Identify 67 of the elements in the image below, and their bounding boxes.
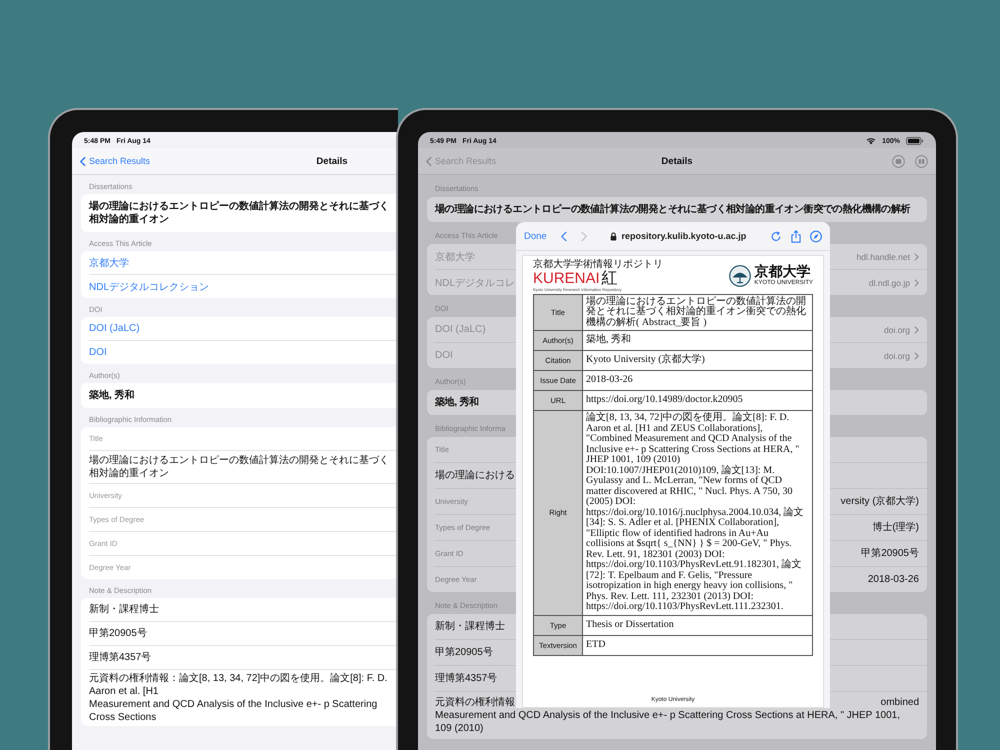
title-text: 築地, 秀和 [89,388,135,403]
circle-icon[interactable] [915,154,928,168]
detail-text: dl.ndl.go.jp [868,278,910,288]
description-text: Measurement and QCD Analysis of the Inclusive e+- p Scattering Cross Sections at HERA, " JHEP 1001, 109 (2010) [435,709,901,735]
field-value: 2018-03-26 [868,573,919,587]
link[interactable]: DOI [89,347,107,358]
detail-text: doi.org [884,324,910,334]
circle-icon[interactable] [892,154,905,168]
description-text: ombined [880,696,919,709]
table-cell: 築地, 秀和 [582,330,812,350]
table-cell: 場の理論におけるエントロピーの数値計算法の開発とそれに基づく相対論的重イオン衝突での熱化機構の解析( Abstract_要旨 ) [582,294,812,330]
field-value: 甲第20905号 [435,646,493,660]
table-cell: ETD [582,635,812,655]
field-value: 場の理論における [435,468,515,483]
field-value: 理博第4357号 [435,672,498,686]
link[interactable]: 京都大学 [89,256,129,270]
link[interactable]: DOI [435,350,453,361]
detail-text: hdl.handle.net [856,252,910,262]
nav-title: Details [661,156,693,166]
chevron-right-icon [914,352,919,360]
logo-kanji: 紅 [602,270,618,286]
field-value: 甲第20905号 [861,547,919,561]
url-text: repository.kulib.kyoto-u.ac.jp [621,231,746,241]
field-value: 場の理論におけるエントロピーの数値計算法の開発とそれに基づく相対論的重イオン [89,454,390,481]
link[interactable]: 京都大学 [435,250,475,264]
table-cell: 2018-03-26 [582,370,812,390]
title-text: 場の理論におけるエントロピーの数値計算法の開発とそれに基づく相対論的重イオン [89,200,390,227]
emblem-icon [729,264,752,287]
logo-caption: 京都大学学術情報リポジトリ [533,260,663,270]
share-icon[interactable] [790,230,802,242]
field-value: 新制・課程博士 [89,602,159,617]
back-button[interactable]: Search Results [426,156,496,166]
table-cell: 論文[8, 13, 34, 72]中の図を使用。論文[8]: F. D. Aaron et al. [H1 and ZEUS Collaborations], "Combined Measurement and QCD Analysis of the Inclusive e+- p Scattering Cross Sections at HERA, " JHEP 1001, 109 (2010) DOI:10.1007/JHEP01(2010)109, 論文[13]: M. Gyulassy and L. McLerran, "New forms of QCD matter discovered at RHIC, " Nucl. Phys. A 750, 30 (2005) DOI: https://doi.org/10.1016/j.nuclphysa.2004.10.034, 論文[34]: S. S. Adler et al. [PHENIX Collaboration], "Elliptic flow of identified hadrons in Au+Au collisions at $sqrt{ s_{NN} } $ = 200-GeV, " Phys. Rev. Lett. 91, 182301 (2003) DOI: https://doi.org/10.1103/PhysRevLett.91.182301, 論文[72]: T. Epelbaum and F. Gelis, "Pressure isotropization in high energy heavy ion collisions, " Phys. Rev. Lett. 111, 232301 (2013) DOI: https://doi.org/10.1103/PhysRevLett.111.232301. [582,410,812,615]
description-text: 元資料の権利情報：論文[8, 13, 34, 72]中の図を使用。論文[8]: F. D. Aaron et al. [H1 [89,672,388,698]
field-value: 甲第20905号 [89,627,147,641]
link[interactable]: DOI (JaLC) [89,323,140,334]
wifi-icon [866,137,876,145]
reload-icon[interactable] [770,230,782,242]
table-cell: https://doi.org/10.14989/doctor.k20905 [582,390,812,410]
logo-text: 京都大学 [754,265,810,280]
title-text: 場の理論におけるエントロピーの数値計算法の開発とそれに基づく相対論的重イオン衝突での熱化機構の解析 [435,202,910,217]
description-text: 元資料の権利情報 [435,696,515,709]
link[interactable]: DOI (JaLC) [435,324,486,335]
compass-icon[interactable] [810,230,822,242]
field-value: versity (京都大学) [840,494,919,509]
back-button[interactable]: Search Results [80,156,150,166]
chevron-right-icon [914,278,919,286]
table-cell: Thesis or Dissertation [582,615,812,635]
logo-text: KURENAI [533,271,600,286]
field-value: 博士(理学) [872,520,919,535]
lock-icon [610,232,618,240]
nav-title: Details [316,156,348,166]
detail-text: doi.org [884,350,910,360]
title-text: 築地, 秀和 [435,396,479,410]
back-icon[interactable] [560,230,567,242]
chevron-right-icon [914,326,919,334]
field-value: 理博第4357号 [89,650,152,665]
description-text: Measurement and QCD Analysis of the Inclusive e+- p Scattering Cross Sections [89,698,378,724]
chevron-right-icon [914,252,919,260]
link[interactable]: NDLデジタルコレ [435,276,516,290]
table-cell: Kyoto University (京都大学) [582,350,812,370]
done-button[interactable]: Done [524,230,547,242]
chevron-left-icon [426,156,432,166]
field-value: 新制・課程博士 [435,620,505,634]
chevron-left-icon [80,156,86,166]
link[interactable]: NDLデジタルコレクション [89,280,210,294]
battery-icon [906,137,924,145]
